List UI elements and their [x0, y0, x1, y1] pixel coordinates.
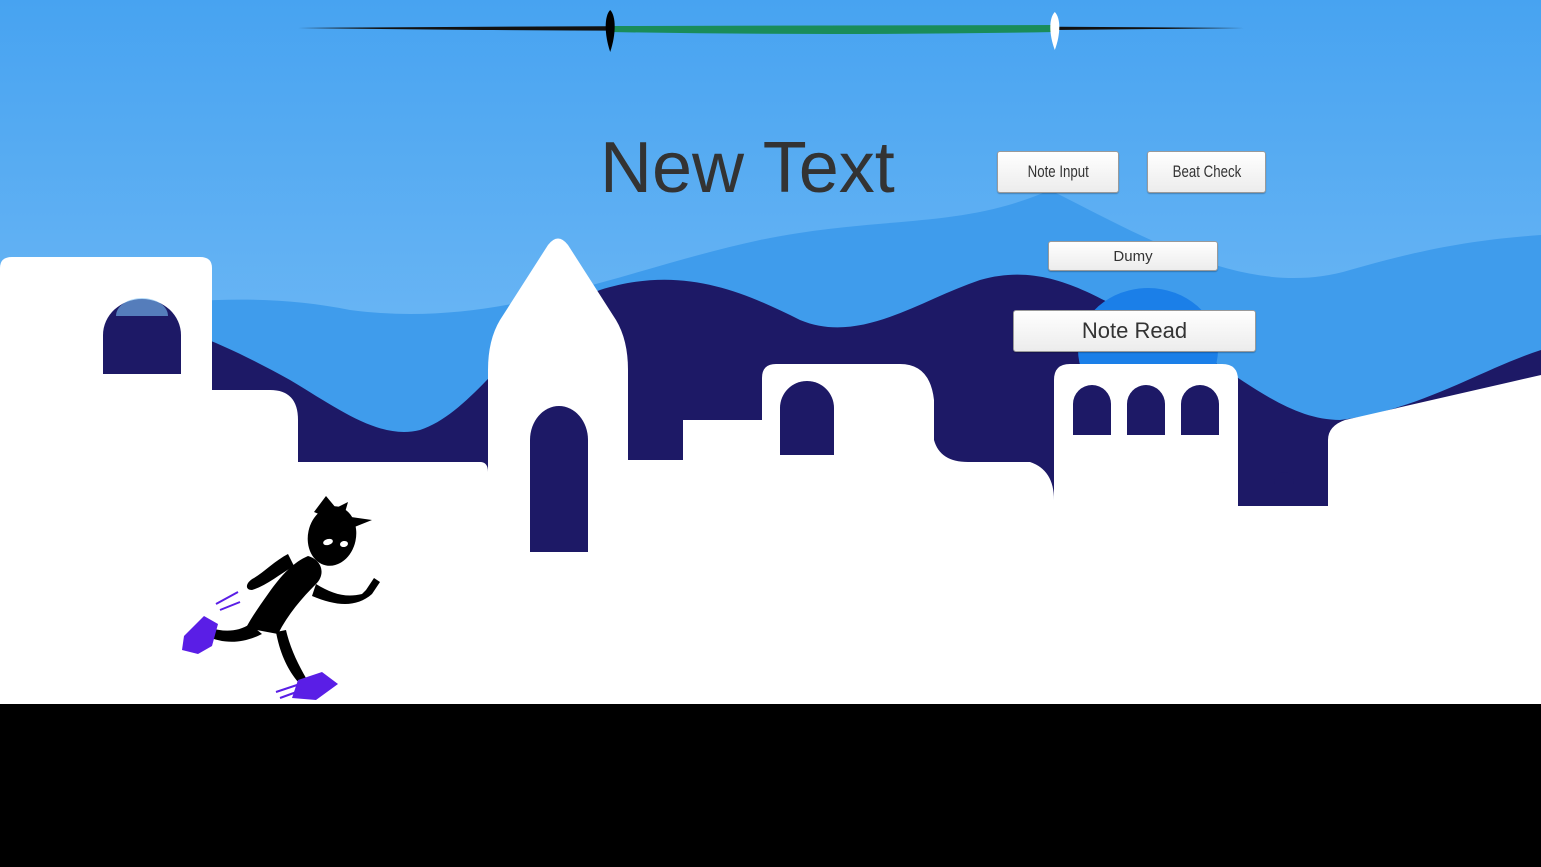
dumy-label: Dumy [1113, 247, 1153, 265]
new-text-label: New Text [600, 128, 895, 208]
dumy-button[interactable]: Dumy [1048, 241, 1218, 271]
note-input-button[interactable]: Note Input [997, 151, 1119, 193]
beat-check-button[interactable]: Beat Check [1147, 151, 1266, 193]
running-character-icon [182, 496, 380, 700]
beat-check-label: Beat Check [1172, 162, 1241, 181]
slider-fill [610, 25, 1055, 34]
ground-floor [0, 704, 1541, 867]
note-read-label: Note Read [1081, 318, 1188, 343]
beat-progress-slider[interactable] [298, 8, 1244, 56]
slider-handle-light-icon[interactable] [1050, 12, 1060, 50]
note-read-button[interactable]: Note Read [1013, 310, 1256, 352]
note-input-label: Note Input [1027, 162, 1089, 181]
slider-handle-dark-icon[interactable] [605, 10, 615, 52]
